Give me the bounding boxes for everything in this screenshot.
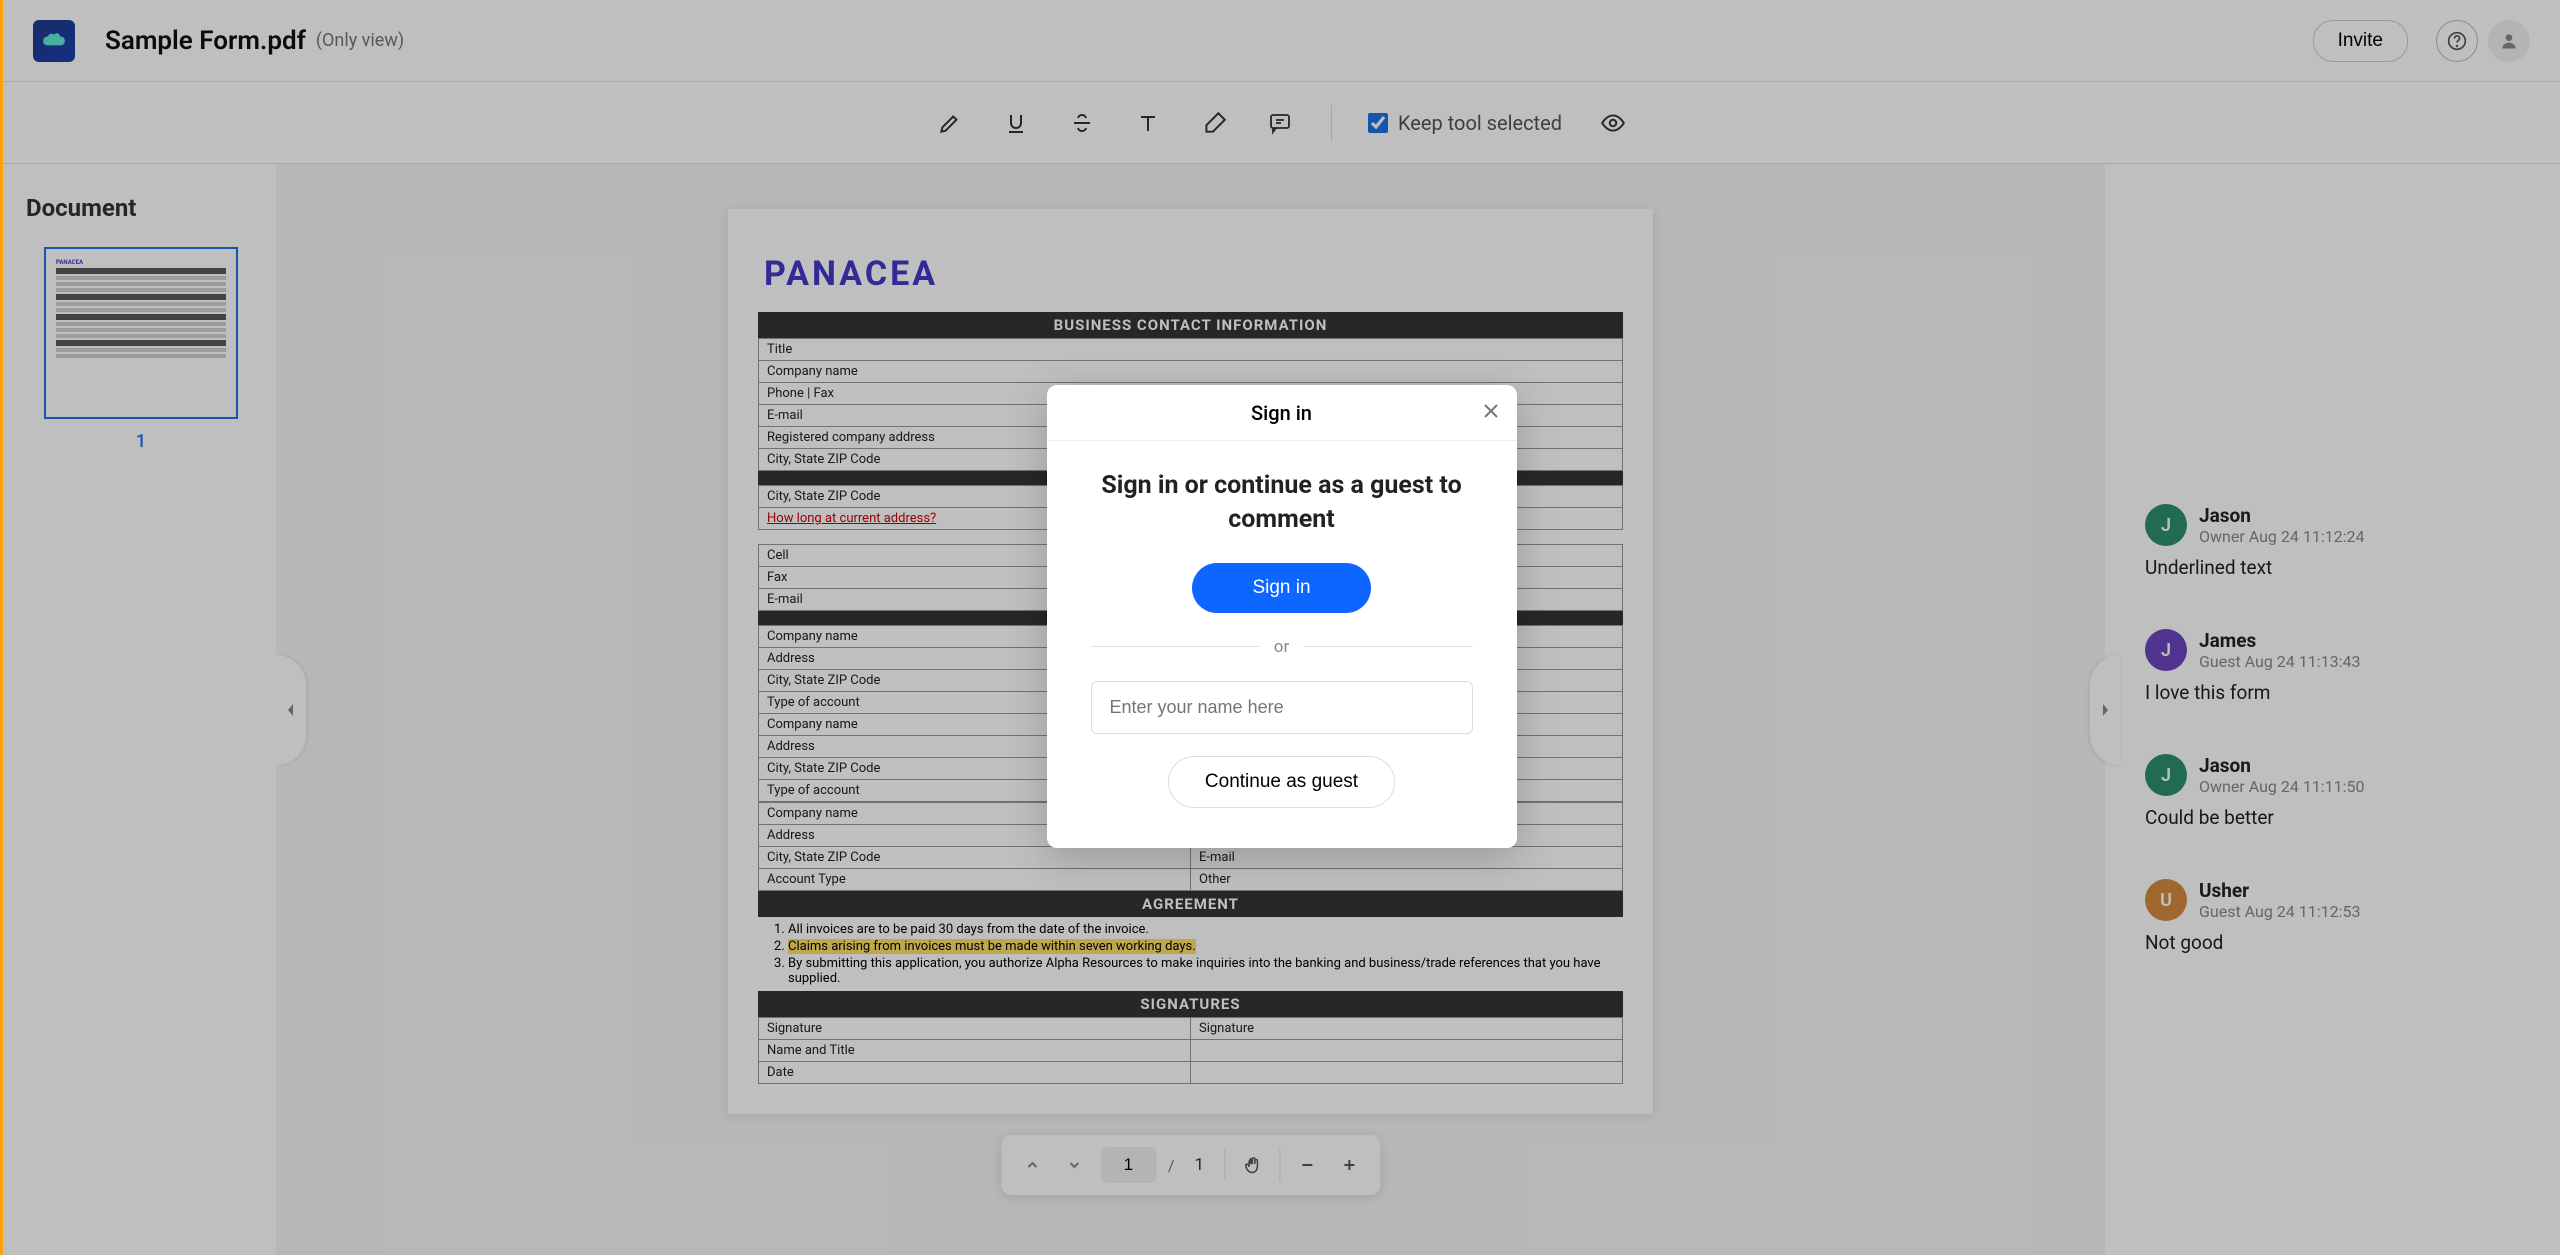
modal-header: Sign in [1047, 385, 1517, 441]
modal-title: Sign in [1251, 401, 1312, 425]
or-label: or [1274, 637, 1289, 657]
close-icon[interactable] [1481, 401, 1501, 425]
signin-button[interactable]: Sign in [1192, 563, 1370, 613]
modal-overlay[interactable]: Sign in Sign in or continue as a guest t… [3, 0, 2560, 1255]
modal-heading: Sign in or continue as a guest to commen… [1091, 469, 1473, 537]
continue-guest-button[interactable]: Continue as guest [1168, 756, 1395, 808]
guest-name-input[interactable] [1091, 681, 1473, 734]
signin-modal: Sign in Sign in or continue as a guest t… [1047, 385, 1517, 848]
